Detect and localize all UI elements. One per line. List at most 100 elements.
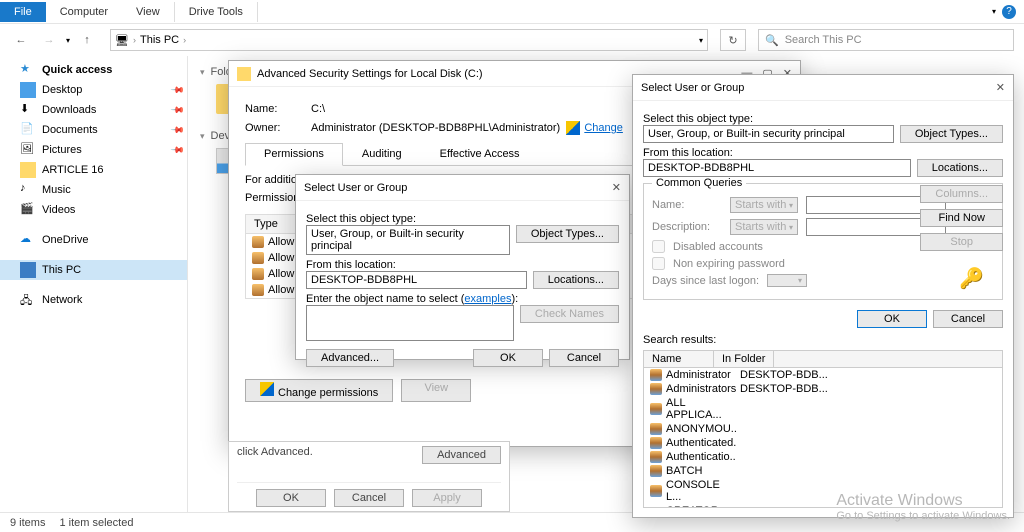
principal-icon	[650, 423, 662, 435]
address-bar[interactable]: 🖥 › This PC › ▾	[110, 29, 708, 51]
result-row[interactable]: CONSOLE L...	[644, 478, 1002, 504]
common-queries-legend: Common Queries	[652, 177, 746, 189]
pin-icon: 📌	[170, 102, 186, 118]
tab-effective-access[interactable]: Effective Access	[421, 143, 539, 165]
history-dropdown[interactable]: ▾	[66, 36, 70, 45]
object-types-button[interactable]: Object Types...	[900, 125, 1003, 143]
sidebar-thispc[interactable]: This PC	[0, 260, 187, 280]
tab-auditing[interactable]: Auditing	[343, 143, 421, 165]
sidebar-desktop[interactable]: Desktop📌	[0, 80, 187, 100]
ribbon-tab-drivetools[interactable]: Drive Tools	[174, 2, 258, 22]
navbar: ← → ▾ ↑ 🖥 › This PC › ▾ ↻ 🔍 Search This …	[0, 24, 1024, 56]
locations-button[interactable]: Locations...	[917, 159, 1003, 177]
window-select-user-large: Select User or Group ✕ Select this objec…	[632, 74, 1014, 518]
user-icon	[252, 268, 264, 280]
find-now-button[interactable]: Find Now	[920, 209, 1003, 227]
col-folder[interactable]: In Folder	[714, 351, 774, 367]
days-combo: ▾	[767, 274, 807, 287]
key-icon: 🔑	[959, 266, 984, 291]
cancel-button[interactable]: Cancel	[549, 349, 619, 367]
row-type: Allow	[268, 252, 294, 264]
object-type-label: Select this object type:	[306, 213, 619, 225]
result-row[interactable]: AdministratorDESKTOP-BDB...	[644, 368, 1002, 382]
location-field[interactable]: DESKTOP-BDB8PHL	[306, 271, 527, 289]
change-permissions-button[interactable]: Change permissions	[245, 379, 393, 402]
result-row[interactable]: CREATOR G...	[644, 504, 1002, 508]
sidebar-label: Pictures	[42, 144, 82, 156]
cancel-button[interactable]: Cancel	[933, 310, 1003, 328]
result-row[interactable]: ANONYMOU...	[644, 422, 1002, 436]
owner-label: Owner:	[245, 122, 311, 134]
result-row[interactable]: AdministratorsDESKTOP-BDB...	[644, 382, 1002, 396]
object-types-button[interactable]: Object Types...	[516, 225, 619, 243]
sidebar-quickaccess[interactable]: ★Quick access	[0, 60, 187, 80]
advanced-button[interactable]: Advanced	[422, 446, 501, 464]
result-name: CONSOLE L...	[666, 479, 736, 503]
sidebar-article16[interactable]: ARTICLE 16	[0, 160, 187, 180]
search-input[interactable]: 🔍 Search This PC	[758, 29, 1014, 51]
star-icon: ★	[20, 62, 36, 78]
pictures-icon: 🖼	[20, 142, 36, 158]
ok-button[interactable]: OK	[256, 489, 326, 507]
close-icon[interactable]: ✕	[996, 81, 1005, 94]
principal-icon	[650, 369, 662, 381]
object-type-field[interactable]: User, Group, or Built-in security princi…	[643, 125, 894, 143]
music-icon: ♪	[20, 182, 36, 198]
sidebar: ★Quick access Desktop📌 ⬇Downloads📌 📄Docu…	[0, 56, 188, 512]
object-type-field[interactable]: User, Group, or Built-in security princi…	[306, 225, 510, 255]
result-row[interactable]: ALL APPLICA...	[644, 396, 1002, 422]
result-row[interactable]: Authenticatio...	[644, 450, 1002, 464]
back-button[interactable]: ←	[10, 29, 32, 51]
stop-button: Stop	[920, 233, 1003, 251]
result-row[interactable]: BATCH	[644, 464, 1002, 478]
breadcrumb-thispc[interactable]: This PC	[140, 34, 179, 46]
change-link[interactable]: Change	[584, 122, 623, 134]
advanced-button[interactable]: Advanced...	[306, 349, 394, 367]
examples-link[interactable]: examples	[464, 293, 511, 305]
principal-icon	[650, 383, 662, 395]
ribbon-tab-file[interactable]: File	[0, 2, 46, 22]
sidebar-documents[interactable]: 📄Documents📌	[0, 120, 187, 140]
tab-permissions[interactable]: Permissions	[245, 143, 343, 166]
help-icon[interactable]: ?	[1002, 5, 1016, 19]
advanced-hint-box: Advanced click Advanced. OK Cancel Apply	[228, 441, 510, 512]
location-label: From this location:	[643, 147, 1003, 159]
ribbon-expand-icon[interactable]: ▾	[992, 7, 996, 16]
location-field[interactable]: DESKTOP-BDB8PHL	[643, 159, 911, 177]
result-row[interactable]: Authenticated...	[644, 436, 1002, 450]
sidebar-label: Desktop	[42, 84, 82, 96]
principal-icon	[650, 451, 662, 463]
titlebar[interactable]: Select User or Group ✕	[633, 75, 1013, 101]
sidebar-network[interactable]: 🖧Network	[0, 290, 187, 310]
sidebar-downloads[interactable]: ⬇Downloads📌	[0, 100, 187, 120]
ok-button[interactable]: OK	[857, 310, 927, 328]
object-name-input[interactable]	[306, 305, 514, 341]
search-results-label: Search results:	[643, 334, 1003, 346]
window-title: Advanced Security Settings for Local Dis…	[257, 68, 483, 80]
ok-button[interactable]: OK	[473, 349, 543, 367]
sidebar-label: This PC	[42, 264, 81, 276]
results-list[interactable]: AdministratorDESKTOP-BDB...Administrator…	[643, 368, 1003, 508]
ribbon-tab-view[interactable]: View	[122, 2, 174, 22]
cancel-button[interactable]: Cancel	[334, 489, 404, 507]
window-title: Select User or Group	[304, 182, 407, 194]
check-names-button: Check Names	[520, 305, 619, 323]
principal-icon	[650, 465, 662, 477]
up-button[interactable]: ↑	[76, 29, 98, 51]
address-dropdown-icon[interactable]: ▾	[699, 36, 703, 45]
sidebar-videos[interactable]: 🎬Videos	[0, 200, 187, 220]
sidebar-music[interactable]: ♪Music	[0, 180, 187, 200]
col-name[interactable]: Name	[644, 351, 714, 367]
pc-icon: 🖥	[115, 34, 129, 47]
sidebar-pictures[interactable]: 🖼 Pictures 📌	[0, 140, 187, 160]
days-label: Days since last logon:	[652, 275, 759, 287]
ribbon-tab-computer[interactable]: Computer	[46, 2, 122, 22]
titlebar[interactable]: Select User or Group ✕	[296, 175, 629, 201]
sidebar-onedrive[interactable]: ☁OneDrive	[0, 230, 187, 250]
locations-button[interactable]: Locations...	[533, 271, 619, 289]
refresh-button[interactable]: ↻	[720, 29, 746, 51]
pin-icon: 📌	[170, 142, 186, 158]
sidebar-label: Videos	[42, 204, 75, 216]
close-icon[interactable]: ✕	[612, 181, 621, 194]
nonexpiring-label: Non expiring password	[673, 258, 785, 270]
